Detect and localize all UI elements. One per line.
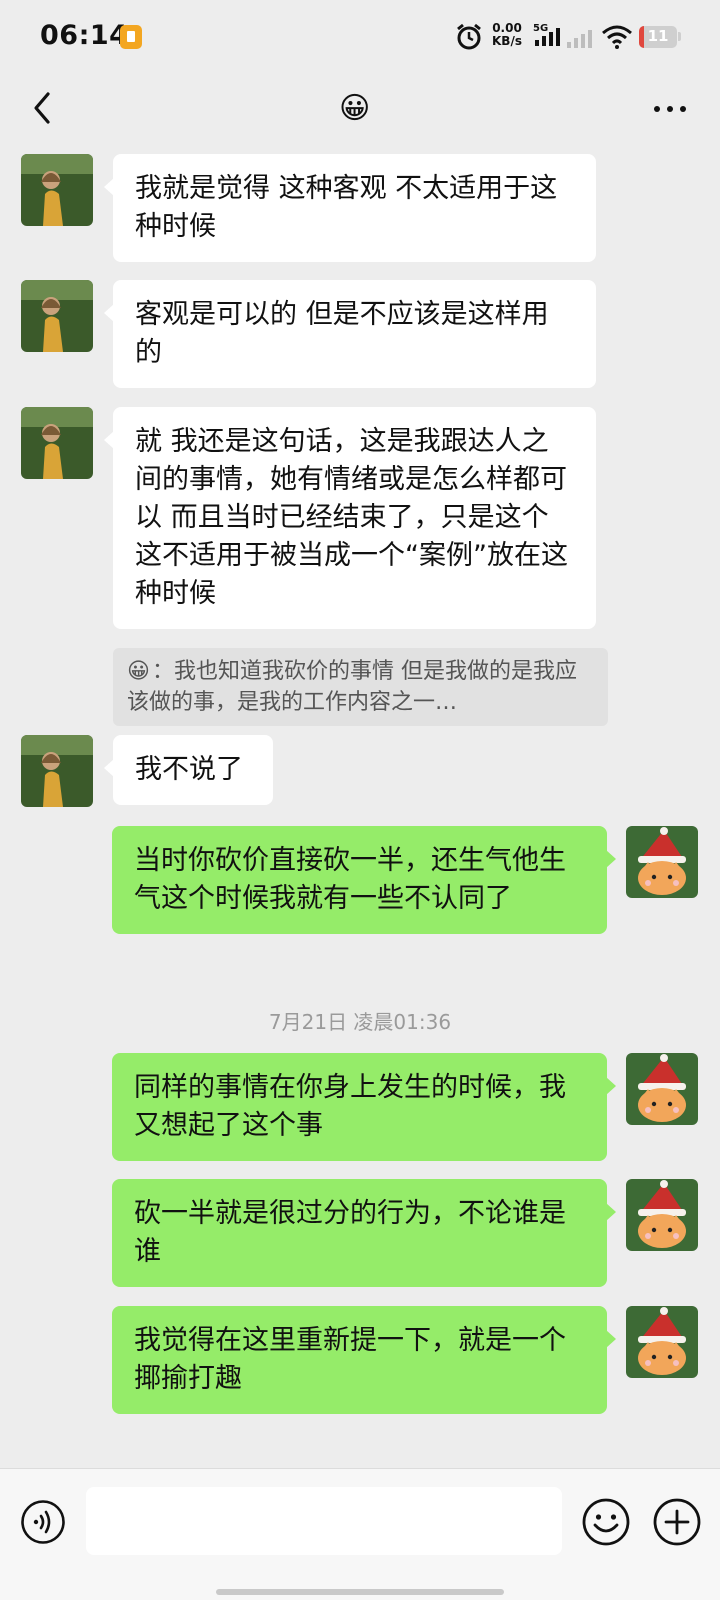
message-bubble-outgoing[interactable]: 同样的事情在你身上发生的时候，我又想起了这个事	[112, 1053, 616, 1161]
quote-text: 我也知道我砍价的事情 但是我做的是我应该做的事，是我的工作内容之一…	[127, 659, 577, 715]
voice-icon[interactable]	[20, 1499, 66, 1545]
plus-icon[interactable]	[652, 1497, 702, 1547]
notification-app-icon	[120, 25, 142, 49]
message-bubble-incoming[interactable]: 我就是觉得 这种客观 不太适用于这种时候	[104, 154, 596, 262]
more-icon[interactable]	[650, 94, 690, 124]
battery-icon: 11	[639, 26, 677, 48]
message-bubble-incoming[interactable]: 我不说了	[104, 735, 273, 805]
network-type-label: 5G	[533, 23, 548, 34]
message-input[interactable]	[86, 1487, 562, 1555]
my-avatar[interactable]	[626, 1306, 698, 1378]
home-indicator[interactable]	[216, 1589, 504, 1595]
my-avatar[interactable]	[626, 826, 698, 898]
status-time: 06:14	[40, 20, 129, 51]
message-bubble-outgoing[interactable]: 我觉得在这里重新提一下，就是一个揶揄打趣	[112, 1306, 616, 1414]
message-bubble-incoming[interactable]: 就 我还是这句话，这是我跟达人之间的事情，她有情绪或是怎么样都可以 而且当时已经…	[104, 407, 596, 629]
network-speed: 0.00 KB/s	[489, 22, 525, 48]
signal-secondary-icon	[567, 30, 592, 48]
emoji-icon[interactable]	[581, 1497, 631, 1547]
my-avatar[interactable]	[626, 1179, 698, 1251]
input-bar	[0, 1468, 720, 1600]
my-avatar[interactable]	[626, 1053, 698, 1125]
quoted-message[interactable]: 😀：我也知道我砍价的事情 但是我做的是我应该做的事，是我的工作内容之一…	[113, 648, 608, 726]
status-bar: 06:14 0.00 KB/s 5G 11	[0, 0, 720, 76]
contact-avatar[interactable]	[21, 407, 93, 479]
chat-header: 😀	[0, 76, 720, 144]
message-bubble-incoming[interactable]: 客观是可以的 但是不应该是这样用的	[104, 280, 596, 388]
signal-5g-icon: 5G	[533, 23, 560, 46]
contact-avatar[interactable]	[21, 154, 93, 226]
quote-sender: 😀	[127, 659, 150, 684]
contact-avatar[interactable]	[21, 280, 93, 352]
network-speed-unit: KB/s	[492, 34, 522, 48]
message-list[interactable]: 我就是觉得 这种客观 不太适用于这种时候 客观是可以的 但是不应该是这样用的 就…	[0, 144, 720, 1468]
message-bubble-outgoing[interactable]: 砍一半就是很过分的行为，不论谁是谁	[112, 1179, 616, 1287]
wifi-icon	[602, 25, 632, 49]
back-icon[interactable]	[24, 88, 64, 128]
timestamp-divider: 7月21日 凌晨01:36	[268, 1010, 452, 1034]
alarm-icon	[457, 23, 481, 50]
contact-avatar[interactable]	[21, 735, 93, 807]
battery-tip	[678, 32, 681, 41]
message-bubble-outgoing[interactable]: 当时你砍价直接砍一半，还生气他生气这个时候我就有一些不认同了	[112, 826, 616, 934]
battery-level-text: 11	[647, 27, 669, 45]
chat-title: 😀	[339, 91, 371, 126]
